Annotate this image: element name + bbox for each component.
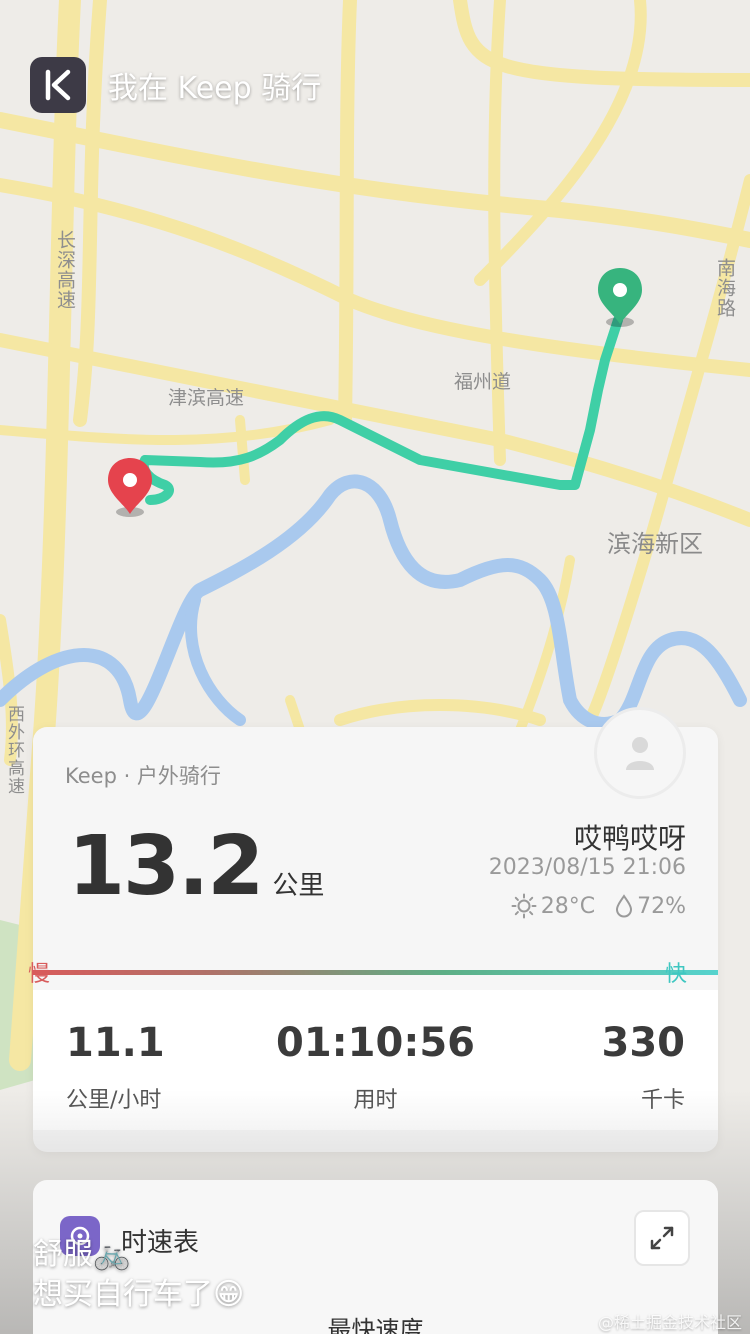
map-label-changshen: 长深高速 bbox=[54, 230, 76, 310]
stat-value: 330 bbox=[601, 1020, 686, 1066]
avatar[interactable] bbox=[594, 707, 686, 799]
map-label-nanhai: 南海路 bbox=[714, 258, 736, 318]
post-caption: 舒服🚲 想买自行车了😁 bbox=[33, 1235, 244, 1315]
app-header: 我在 Keep 骑行 bbox=[30, 57, 321, 113]
speed-slow-label: 慢 bbox=[28, 962, 51, 987]
header-title: 我在 Keep 骑行 bbox=[108, 71, 322, 106]
map-label-binhai: 滨海新区 bbox=[607, 530, 703, 558]
humidity: 72% bbox=[637, 893, 686, 919]
distance: 13.2 公里 bbox=[68, 819, 324, 914]
map-label-xiwaihuan: 西外环高速 bbox=[4, 705, 24, 795]
keep-logo-icon[interactable] bbox=[30, 57, 86, 113]
sport-type: Keep · 户外骑行 bbox=[65, 764, 221, 788]
map-label-jinbin: 津滨高速 bbox=[168, 387, 245, 409]
water-drop-icon bbox=[616, 894, 633, 918]
speed-legend bbox=[33, 966, 718, 980]
watermark: @稀土掘金技术社区 bbox=[597, 1313, 742, 1332]
caption-line-2: 想买自行车了😁 bbox=[33, 1277, 245, 1312]
sun-icon bbox=[511, 893, 537, 919]
map-label-fuzhou: 福州道 bbox=[454, 371, 512, 393]
expand-button[interactable] bbox=[634, 1210, 690, 1266]
weather-info: 28°C 72% bbox=[511, 893, 686, 919]
workout-datetime: 2023/08/15 21:06 bbox=[488, 855, 686, 880]
speed-fast-label: 快 bbox=[665, 962, 688, 987]
temperature: 28°C bbox=[540, 893, 596, 919]
username: 哎鸭哎呀 bbox=[573, 822, 686, 855]
distance-value: 13.2 bbox=[68, 819, 264, 914]
speed-gradient-bar bbox=[33, 970, 718, 975]
expand-icon bbox=[650, 1226, 674, 1250]
caption-line-1: 舒服🚲 bbox=[33, 1237, 131, 1272]
distance-unit: 公里 bbox=[272, 871, 325, 901]
